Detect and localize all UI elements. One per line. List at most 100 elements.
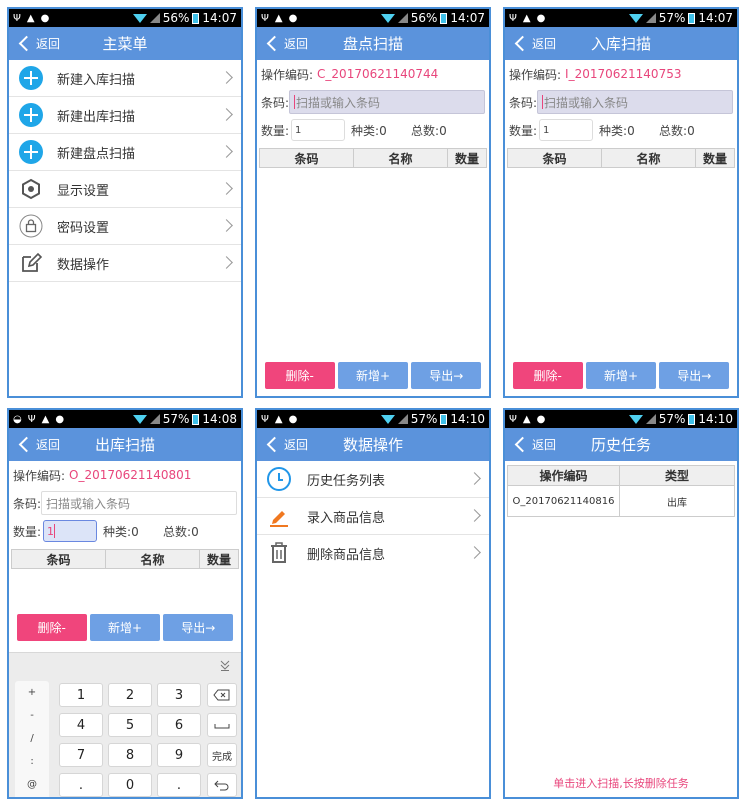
notification-icon: ● bbox=[55, 413, 65, 425]
symbol-key-at[interactable]: @ bbox=[15, 773, 49, 796]
status-bar: Ψ ▲ ● 56% 14:07 bbox=[257, 9, 489, 27]
key-dot[interactable]: . bbox=[59, 773, 103, 797]
menu-item-enter-product-info[interactable]: 录入商品信息 bbox=[257, 498, 489, 535]
menu-item-delete-product-info[interactable]: 删除商品信息 bbox=[257, 535, 489, 572]
warning-icon: ▲ bbox=[274, 413, 283, 425]
space-key[interactable] bbox=[207, 713, 237, 737]
key-2[interactable]: 2 bbox=[108, 683, 152, 707]
usb-icon: Ψ bbox=[261, 12, 269, 24]
battery-icon bbox=[688, 12, 696, 24]
menu-item-new-stocktake-scan[interactable]: 新建盘点扫描 bbox=[9, 134, 241, 171]
total-count: 总数:0 bbox=[659, 123, 695, 138]
key-4[interactable]: 4 bbox=[59, 713, 103, 737]
quantity-input[interactable]: 1 bbox=[291, 119, 346, 141]
notification-icon: ● bbox=[536, 413, 546, 425]
barcode-placeholder: 扫描或输入条码 bbox=[544, 95, 629, 110]
delete-button[interactable]: 删除- bbox=[264, 362, 335, 389]
back-button[interactable]: 返回 bbox=[265, 27, 308, 60]
back-chevron-icon bbox=[266, 35, 283, 52]
battery-percent: 56% bbox=[410, 11, 438, 25]
delete-button[interactable]: 删除- bbox=[512, 362, 583, 389]
kinds-count: 种类:0 bbox=[599, 123, 635, 138]
wifi-icon bbox=[628, 414, 643, 424]
symbol-key-minus[interactable]: - bbox=[15, 704, 49, 727]
title-bar: 返回 出库扫描 bbox=[9, 428, 241, 461]
key-7[interactable]: 7 bbox=[59, 743, 103, 767]
menu-item-display-settings[interactable]: 显示设置 bbox=[9, 171, 241, 208]
barcode-input[interactable]: 扫描或输入条码 bbox=[537, 90, 733, 114]
backspace-key[interactable] bbox=[207, 683, 237, 707]
barcode-placeholder: 扫描或输入条码 bbox=[296, 95, 381, 110]
back-button[interactable]: 返回 bbox=[17, 428, 60, 461]
delete-button[interactable]: 删除- bbox=[16, 614, 87, 641]
quantity-input[interactable]: 1 bbox=[43, 520, 98, 542]
barcode-row: 条码: 扫描或输入条码 bbox=[257, 88, 489, 116]
symbol-key-plus[interactable]: + bbox=[15, 681, 49, 704]
back-label: 返回 bbox=[532, 438, 557, 452]
notification-icon: ● bbox=[288, 413, 298, 425]
add-button[interactable]: 新增+ bbox=[585, 362, 656, 389]
menu-item-new-outbound-scan[interactable]: 新建出库扫描 bbox=[9, 97, 241, 134]
back-button[interactable]: 返回 bbox=[265, 428, 308, 461]
barcode-label: 条码: bbox=[13, 496, 42, 511]
menu-item-label: 删除商品信息 bbox=[307, 548, 386, 563]
add-button[interactable]: 新增+ bbox=[337, 362, 408, 389]
chevron-right-icon bbox=[220, 256, 233, 269]
done-key[interactable]: 完成 bbox=[207, 743, 237, 767]
phone-inbound-scan: Ψ ▲ ● 57% 14:07 返回 入库扫描 操作编码: I_20170621140… bbox=[503, 7, 739, 398]
barcode-input[interactable]: 扫描或输入条码 bbox=[289, 90, 485, 114]
back-button[interactable]: 返回 bbox=[17, 27, 60, 60]
battery-percent: 57% bbox=[162, 412, 190, 426]
hide-keyboard-icon[interactable] bbox=[219, 659, 231, 671]
key-dot-2[interactable]: . bbox=[157, 773, 201, 797]
key-3[interactable]: 3 bbox=[157, 683, 201, 707]
key-0[interactable]: 0 bbox=[108, 773, 152, 797]
wifi-icon bbox=[380, 414, 395, 424]
phone-data-operations: Ψ ▲ ● 57% 14:10 返回 数据操作 历史任务列表 录入商品信息 删除商品信… bbox=[255, 408, 491, 799]
key-6[interactable]: 6 bbox=[157, 713, 201, 737]
chevron-right-icon bbox=[468, 472, 481, 485]
signal-icon bbox=[645, 414, 656, 424]
table-row[interactable]: O_20170621140816 出库 bbox=[508, 486, 734, 516]
usb-icon: Ψ bbox=[27, 413, 36, 425]
back-button[interactable]: 返回 bbox=[513, 27, 556, 60]
key-9[interactable]: 9 bbox=[157, 743, 201, 767]
column-header-quantity: 数量 bbox=[454, 151, 479, 166]
menu-item-password-settings[interactable]: 密码设置 bbox=[9, 208, 241, 245]
symbol-key-colon[interactable]: : bbox=[15, 750, 49, 773]
export-button[interactable]: 导出→ bbox=[163, 614, 234, 641]
export-button[interactable]: 导出→ bbox=[411, 362, 482, 389]
menu-item-data-operations[interactable]: 数据操作 bbox=[9, 245, 241, 282]
quantity-row: 数量: 1 种类:0 总数:0 bbox=[505, 116, 737, 144]
battery-icon bbox=[688, 413, 696, 425]
menu-item-new-inbound-scan[interactable]: 新建入库扫描 bbox=[9, 60, 241, 97]
add-button[interactable]: 新增+ bbox=[89, 614, 160, 641]
symbol-key-slash[interactable]: / bbox=[15, 727, 49, 750]
key-8[interactable]: 8 bbox=[108, 743, 152, 767]
menu-item-label: 新建盘点扫描 bbox=[57, 146, 136, 162]
barcode-row: 条码: 扫描或输入条码 bbox=[9, 489, 241, 517]
key-5[interactable]: 5 bbox=[108, 713, 152, 737]
export-button[interactable]: 导出→ bbox=[659, 362, 730, 389]
quantity-input[interactable]: 1 bbox=[539, 119, 594, 141]
menu-item-history-task-list[interactable]: 历史任务列表 bbox=[257, 461, 489, 498]
quantity-row: 数量: 1 种类:0 总数:0 bbox=[9, 517, 241, 545]
text-cursor bbox=[294, 95, 296, 109]
operation-code-value: I_20170621140753 bbox=[565, 67, 682, 81]
back-chevron-icon bbox=[18, 436, 35, 453]
key-1[interactable]: 1 bbox=[59, 683, 103, 707]
back-button[interactable]: 返回 bbox=[513, 428, 556, 461]
battery-icon bbox=[440, 413, 448, 425]
operation-code-row: 操作编码: O_20170621140801 bbox=[9, 461, 241, 489]
back-label: 返回 bbox=[36, 438, 61, 452]
backspace-icon bbox=[213, 689, 230, 701]
column-header-quantity: 数量 bbox=[206, 552, 231, 567]
barcode-input[interactable]: 扫描或输入条码 bbox=[41, 491, 237, 515]
operation-code-row: 操作编码: C_20170621140744 bbox=[257, 60, 489, 88]
usb-icon: Ψ bbox=[509, 413, 517, 425]
back-chevron-icon bbox=[18, 35, 35, 52]
add-circle-icon bbox=[19, 103, 43, 127]
enter-key[interactable] bbox=[207, 773, 237, 797]
quantity-label: 数量: bbox=[261, 123, 290, 138]
title-bar: 返回 入库扫描 bbox=[505, 27, 737, 60]
